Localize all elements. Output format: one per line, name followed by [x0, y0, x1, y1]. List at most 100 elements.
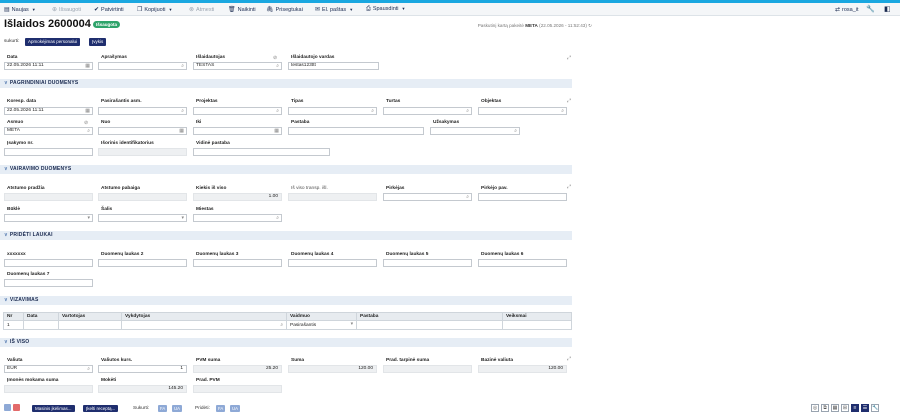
row-note-field[interactable] — [356, 320, 503, 330]
search-icon[interactable]: ⌕ — [181, 63, 184, 69]
search-icon[interactable]: ⌕ — [87, 366, 90, 372]
order-field[interactable]: ⌕ — [430, 127, 520, 135]
description-field[interactable]: ⌕ — [98, 62, 187, 70]
calendar-icon[interactable]: ▦ — [85, 63, 90, 69]
object-field[interactable]: ⌕ — [478, 107, 567, 115]
added-field-1[interactable] — [4, 259, 93, 267]
created-fa-button[interactable]: FA — [158, 405, 168, 412]
issuer-name-field[interactable]: testas123ttt — [288, 62, 379, 70]
history-icon[interactable]: ↻ — [588, 23, 592, 28]
save-button[interactable]: ⊕ Išsaugoti — [52, 6, 81, 13]
row-date — [23, 320, 59, 330]
asset-field[interactable]: ⌕ — [383, 107, 472, 115]
row-role-select[interactable]: Pasirašantis ▾ — [286, 320, 357, 330]
expand-icon[interactable]: ⊞ — [841, 404, 849, 412]
calendar-icon[interactable]: ▦ — [179, 128, 184, 134]
created-va-button[interactable]: UA — [172, 405, 182, 412]
col-actions: Veiksmai — [502, 312, 572, 321]
search-icon[interactable]: ⌕ — [561, 108, 564, 114]
rate-field[interactable]: 1 — [98, 365, 187, 373]
search-icon[interactable]: ⌕ — [181, 108, 184, 114]
added-field-3[interactable] — [193, 259, 282, 267]
from-field[interactable]: ▦ — [98, 127, 187, 135]
country-select[interactable]: ▾ — [98, 214, 187, 222]
new-button[interactable]: ▤ Naujas ▼ — [4, 6, 36, 13]
grid-view-icon[interactable]: ▦ — [831, 404, 839, 412]
act-field[interactable] — [4, 148, 93, 156]
settings-circle-icon[interactable]: ◎ — [811, 404, 819, 412]
added-field-7[interactable] — [4, 279, 93, 287]
search-icon[interactable]: ⌕ — [514, 128, 517, 134]
buyer-field[interactable]: ⌕ — [383, 193, 472, 201]
pin-icon[interactable]: ⤢ — [567, 98, 571, 104]
copy-button[interactable]: ❐ Kopijuoti ▼ — [137, 6, 172, 13]
currency-field[interactable]: EUR ⌕ — [4, 365, 93, 373]
upload-receipt-button[interactable]: Įkelti receptą... — [83, 405, 119, 412]
search-icon[interactable]: ⌕ — [276, 63, 279, 69]
added-field-2[interactable] — [98, 259, 187, 267]
added-fa-button[interactable]: FA — [216, 405, 226, 412]
int-note-field[interactable] — [193, 148, 330, 156]
section-main-header[interactable]: ∨ PAGRINDINIAI DUOMENYS — [0, 79, 572, 88]
row-executor-field[interactable]: ⌕ — [121, 320, 287, 330]
created-link-event[interactable]: Įvykis — [89, 38, 107, 46]
wrench-icon[interactable]: 🔧 — [871, 404, 879, 412]
section-total-header[interactable]: ∨ IŠ VISO — [0, 338, 572, 347]
to-field[interactable]: ▦ — [193, 127, 282, 135]
print-button[interactable]: ⎙ Spausdinti ▼ — [366, 6, 405, 13]
project-field[interactable]: ⌕ — [193, 107, 282, 115]
panel-toggle-icon[interactable]: ◧ — [884, 5, 891, 13]
search-icon[interactable]: ⌕ — [280, 322, 283, 328]
buyer-name-field[interactable] — [478, 193, 567, 201]
search-icon[interactable]: ⌕ — [466, 194, 469, 200]
doc-date-field[interactable]: 22.05.2026 11:11 ▦ — [4, 107, 93, 115]
person-label: Asmuo — [7, 120, 24, 125]
search-icon[interactable]: ⌕ — [87, 128, 90, 134]
city-field[interactable]: ⌕ — [193, 214, 282, 222]
approve-button[interactable]: ✔ Patvirtinti — [94, 6, 124, 13]
list-view-icon[interactable]: ≡ — [851, 404, 859, 412]
wrench-icon[interactable]: 🔧 — [866, 5, 875, 13]
attachments-button[interactable]: 🖇 Prisegtukai — [266, 6, 303, 13]
type-field[interactable]: ⌕ — [288, 107, 377, 115]
search-icon[interactable]: ⌕ — [276, 215, 279, 221]
signer-field[interactable]: ⌕ — [98, 107, 187, 115]
pin-icon[interactable]: ⤢ — [567, 184, 571, 190]
email-button[interactable]: ✉ El. paštas ▼ — [315, 6, 353, 13]
added-va-button[interactable]: UA — [230, 405, 240, 412]
pin-icon[interactable]: ⤢ — [567, 55, 571, 61]
search-icon[interactable]: ⌕ — [371, 108, 374, 114]
added-field-6[interactable] — [478, 259, 567, 267]
link-icon[interactable]: ⊘ — [84, 120, 88, 126]
person-field[interactable]: META ⌕ — [4, 127, 93, 135]
copy-view-icon[interactable]: ⧉ — [821, 404, 829, 412]
created-link-payment[interactable]: Apmokėjimas personalui — [25, 38, 81, 46]
link-icon[interactable]: ⊘ — [273, 55, 277, 61]
mass-upload-button[interactable]: Masinis įkėlimas... — [32, 405, 75, 412]
chevron-down-icon: ▼ — [31, 7, 36, 12]
detail-view-icon[interactable]: ☰ — [861, 404, 869, 412]
state-select[interactable]: ▾ — [4, 214, 93, 222]
search-icon[interactable]: ⌕ — [466, 108, 469, 114]
row-nr: 1 — [3, 320, 24, 330]
delete-row-icon[interactable] — [13, 404, 20, 411]
cancel-button[interactable]: ⊗ Atmesti — [189, 6, 214, 13]
added-field-5[interactable] — [383, 259, 472, 267]
date-field[interactable]: 22.05.2026 11:11 ▦ — [4, 62, 93, 70]
delete-button[interactable]: 🗑 Naikinti — [228, 6, 256, 13]
calendar-icon[interactable]: ▦ — [85, 108, 90, 114]
search-icon[interactable]: ⌕ — [276, 108, 279, 114]
added-field-4[interactable] — [288, 259, 377, 267]
calendar-icon[interactable]: ▦ — [274, 128, 279, 134]
section-driving-header[interactable]: ∨ VAIRAVIMO DUOMENYS — [0, 165, 572, 174]
issuer-name-label: Išlaidautojo vardas — [291, 55, 335, 60]
add-row-icon[interactable] — [4, 404, 11, 411]
section-approval-header[interactable]: ∨ VIZAVIMAS — [0, 296, 572, 305]
note-field[interactable] — [288, 127, 424, 135]
status-badge: Išsaugota — [93, 21, 121, 28]
base-currency-field: 120.00 — [478, 365, 567, 373]
pin-icon[interactable]: ⤢ — [567, 356, 571, 362]
issuer-field[interactable]: TESTAS ⌕ — [193, 62, 282, 70]
user-menu[interactable]: ⇄ rosa_it — [835, 6, 859, 13]
section-added-header[interactable]: ∨ PRIDĖTI LAUKAI — [0, 231, 572, 240]
